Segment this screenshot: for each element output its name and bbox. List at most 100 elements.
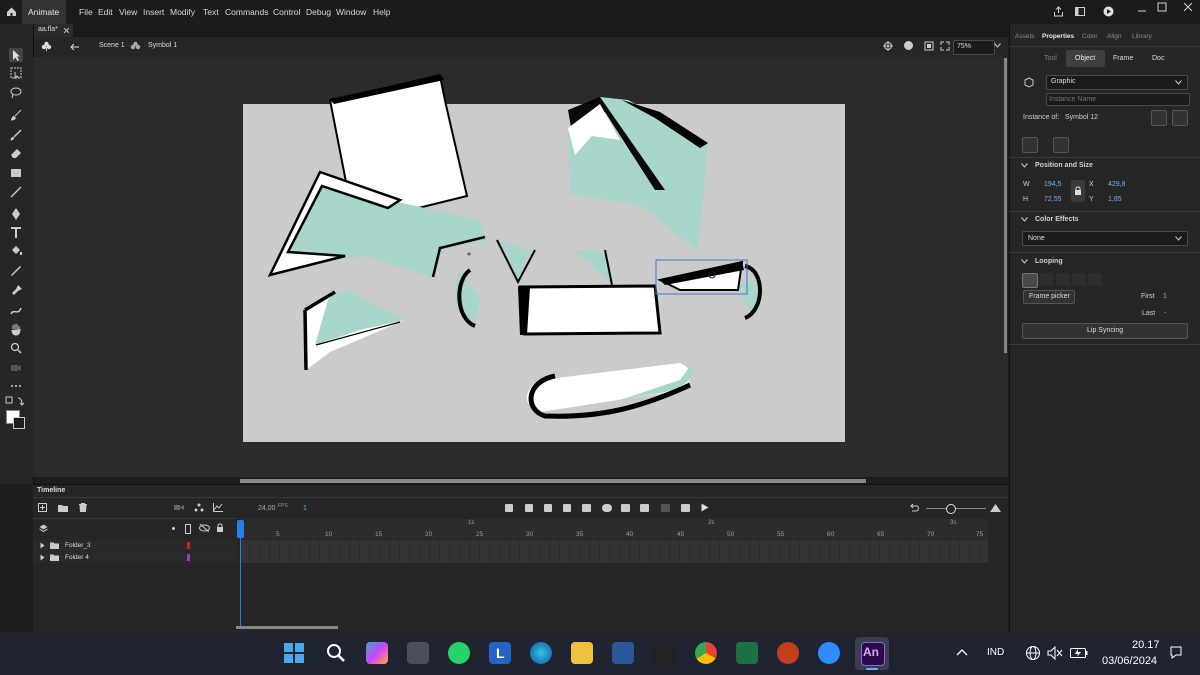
menu-modify[interactable]: Modify xyxy=(170,7,195,17)
free-transform-tool-icon[interactable] xyxy=(9,66,23,80)
pin-tool-icon[interactable] xyxy=(9,284,23,298)
chevron-up-icon[interactable] xyxy=(956,648,968,656)
instance-name-input[interactable] xyxy=(1046,93,1190,106)
layer-parenting-icon[interactable] xyxy=(194,503,204,512)
loop-button[interactable] xyxy=(1022,273,1038,288)
color-effect-select[interactable] xyxy=(1022,231,1188,246)
brush-tool-icon[interactable] xyxy=(9,128,23,142)
more-tools-icon[interactable] xyxy=(9,379,23,393)
menu-control[interactable]: Control xyxy=(273,7,300,17)
share-icon[interactable] xyxy=(1053,6,1064,17)
first-value[interactable]: 1 xyxy=(1163,293,1167,300)
eyedropper-tool-icon[interactable] xyxy=(9,264,23,278)
frame-grid[interactable] xyxy=(240,540,988,563)
new-folder-icon[interactable] xyxy=(58,504,68,512)
notification-icon[interactable] xyxy=(1168,644,1184,660)
collapse-chevron-icon[interactable] xyxy=(1021,217,1028,222)
file-explorer-icon[interactable] xyxy=(571,642,593,664)
lasso-tool-icon[interactable] xyxy=(9,86,23,100)
chevron-down-icon[interactable] xyxy=(994,43,1001,48)
last-value[interactable]: - xyxy=(1164,310,1166,317)
edit-multiple-frames-button[interactable] xyxy=(525,504,533,512)
home-icon[interactable] xyxy=(6,6,17,17)
hand-tool-icon[interactable] xyxy=(9,322,23,336)
lock-icon[interactable] xyxy=(216,523,224,532)
play-once-button[interactable] xyxy=(1039,273,1053,286)
maximize-icon[interactable] xyxy=(1157,2,1167,12)
single-frame-button[interactable] xyxy=(1056,273,1070,286)
asset-warp-tool-icon[interactable] xyxy=(9,304,23,318)
menu-text[interactable]: Text xyxy=(203,7,219,17)
workspace-icon[interactable] xyxy=(1075,7,1085,16)
fps-value[interactable]: 24,00 xyxy=(258,505,276,512)
onion-skin-button[interactable] xyxy=(505,504,513,512)
eraser-tool-icon[interactable] xyxy=(9,146,23,160)
expand-arrow-icon[interactable] xyxy=(40,542,45,549)
paint-brush-tool-icon[interactable] xyxy=(9,108,23,122)
collapse-chevron-icon[interactable] xyxy=(1021,163,1028,168)
loop-reverse-button[interactable] xyxy=(1072,273,1086,286)
collapse-chevron-icon[interactable] xyxy=(1021,259,1028,264)
word-icon[interactable] xyxy=(612,642,634,664)
layer-color-tag[interactable] xyxy=(187,542,190,549)
classic-tween-button[interactable] xyxy=(621,504,630,512)
fit-timeline-icon[interactable] xyxy=(990,504,1001,512)
ibis-paint-icon[interactable] xyxy=(653,642,675,664)
timeline-ruler[interactable] xyxy=(240,519,988,539)
paint-bucket-tool-icon[interactable] xyxy=(9,244,23,258)
swap-symbol-button[interactable] xyxy=(1172,110,1188,126)
center-stage-icon[interactable] xyxy=(883,41,893,51)
tab-library[interactable]: Library xyxy=(1132,33,1152,40)
loop-playback-button[interactable] xyxy=(681,504,690,512)
menu-commands[interactable]: Commands xyxy=(225,7,268,17)
menu-insert[interactable]: Insert xyxy=(143,7,164,17)
clip-icon[interactable] xyxy=(924,41,934,51)
powerpoint-icon[interactable] xyxy=(777,642,799,664)
insert-keyframe-button[interactable] xyxy=(544,504,552,512)
rectangle-tool-icon[interactable] xyxy=(9,166,23,180)
tab-close-icon[interactable] xyxy=(64,28,69,33)
subtab-doc[interactable]: Doc xyxy=(1152,55,1164,62)
tab-properties[interactable]: Properties xyxy=(1042,33,1074,40)
timeline-zoom-slider[interactable] xyxy=(946,504,956,514)
search-icon[interactable] xyxy=(325,642,347,664)
whatsapp-icon[interactable] xyxy=(448,642,470,664)
subtab-tool[interactable]: Tool xyxy=(1044,55,1057,62)
highlight-layers-toggle[interactable] xyxy=(172,527,175,530)
close-icon[interactable] xyxy=(1183,2,1193,12)
x-value[interactable]: 429,8 xyxy=(1108,181,1126,188)
breadcrumb-symbol[interactable]: Symbol 1 xyxy=(148,42,177,49)
w-value[interactable]: 194,5 xyxy=(1044,181,1062,188)
tab-assets[interactable]: Assets xyxy=(1015,33,1035,40)
chevron-down-icon[interactable] xyxy=(1175,80,1182,85)
edge-icon[interactable] xyxy=(530,642,552,664)
layer-name[interactable]: Folder 4 xyxy=(65,554,89,561)
timeline-zoom-track[interactable] xyxy=(926,508,986,509)
back-arrow-icon[interactable] xyxy=(70,43,80,51)
insert-blank-keyframe-button[interactable] xyxy=(563,504,571,512)
fill-color-swatch[interactable] xyxy=(13,417,25,429)
delete-trash-icon[interactable] xyxy=(79,503,87,512)
layer-row[interactable] xyxy=(33,552,237,563)
graph-icon[interactable] xyxy=(213,503,223,512)
menu-help[interactable]: Help xyxy=(373,7,390,17)
layer-row[interactable] xyxy=(33,540,237,551)
stage-artwork[interactable] xyxy=(243,70,845,442)
current-frame-value[interactable]: 1 xyxy=(303,505,307,512)
menu-view[interactable]: View xyxy=(119,7,137,17)
menu-file[interactable]: File xyxy=(79,7,93,17)
break-apart-button[interactable] xyxy=(1022,137,1038,153)
chrome-icon[interactable] xyxy=(695,642,717,664)
breadcrumb-scene[interactable]: Scene 1 xyxy=(99,42,125,49)
globe-icon[interactable] xyxy=(1025,645,1041,661)
selection-tool-icon[interactable] xyxy=(9,48,23,62)
y-value[interactable]: 1,85 xyxy=(1108,196,1122,203)
vertical-scrollbar[interactable] xyxy=(1004,58,1007,353)
text-tool-icon[interactable] xyxy=(9,226,23,240)
zoom-icon[interactable] xyxy=(818,642,840,664)
timeline-scrollbar[interactable] xyxy=(236,626,338,629)
play-icon[interactable] xyxy=(701,503,709,512)
menu-edit[interactable]: Edit xyxy=(98,7,113,17)
task-view-icon[interactable] xyxy=(407,642,429,664)
language-indicator[interactable]: IND xyxy=(987,647,1004,658)
